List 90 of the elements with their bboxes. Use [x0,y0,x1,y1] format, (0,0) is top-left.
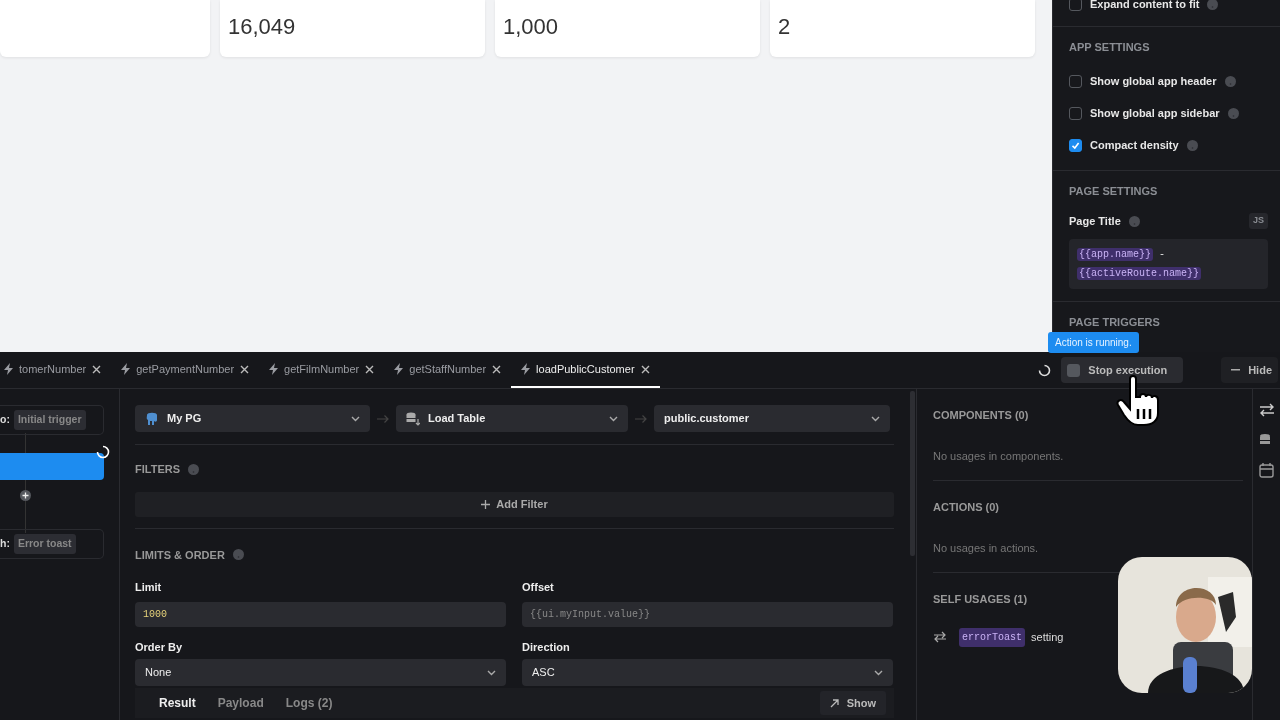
swap-icon [933,631,947,643]
section-title: COMPONENTS (0) [933,408,1030,423]
lightning-icon [394,363,404,375]
help-icon [1224,76,1236,87]
stop-icon [1067,363,1081,377]
calendar-icon[interactable] [1258,463,1275,478]
option-label: Show global app sidebar [1090,106,1220,122]
close-icon[interactable] [240,364,250,374]
plus-icon [481,499,491,509]
select-field[interactable]: My PG [135,405,370,432]
section-title: APP SETTINGS [1069,40,1151,55]
checkbox[interactable] [1069,107,1082,120]
step-label: h: [0,536,10,552]
option-label: Compact density [1090,138,1179,154]
select-field[interactable]: None [135,659,506,686]
section-title: LIMITS & ORDER [135,547,225,563]
lightning-icon [121,363,131,375]
js-toggle[interactable]: JS [1249,213,1268,229]
spinner-icon [1038,363,1052,377]
database-icon [406,411,420,426]
close-icon[interactable] [365,364,375,374]
show-button[interactable]: Show [819,690,886,716]
expand-icon [829,698,839,708]
spinner-icon [96,445,110,459]
stat-value: 1,000 [495,0,760,57]
help-icon [188,463,199,475]
stat-value: 16,049 [220,0,485,57]
checkbox[interactable] [1069,75,1082,88]
step-label: o: [0,412,10,428]
query-tab[interactable]: getStaffNumber [384,352,512,388]
arrow-right-icon [376,413,390,424]
checkbox[interactable] [1069,0,1082,11]
field-label: Page Title [1069,213,1121,229]
close-icon[interactable] [640,364,650,374]
help-icon [1128,215,1140,227]
help-icon [232,549,244,561]
chevron-down-icon [874,669,883,676]
result-tab[interactable]: Payload [217,694,264,712]
section-title: PAGE SETTINGS [1069,183,1159,199]
help-icon [1227,108,1239,119]
chevron-down-icon [487,669,496,676]
hide-button[interactable]: Hide [1221,357,1278,383]
query-tab[interactable]: loadPublicCustomer [511,352,660,388]
query-tab[interactable]: tomerNumber [0,352,112,388]
arrow-right-icon [634,413,648,424]
query-tab[interactable]: getFilmNumber [259,352,385,388]
query-tab[interactable]: getPaymentNumber [111,352,260,388]
add-filter-button[interactable]: Add Filter [135,491,894,517]
stat-value: 2 [770,0,1035,57]
chevron-down-icon [351,415,360,422]
option-label: Show global app header [1090,74,1217,90]
plus-icon[interactable] [20,490,31,501]
empty-message: No usages in actions. [933,540,1040,556]
field-label: Offset [522,580,555,595]
section-title: SELF USAGES (1) [933,592,1029,607]
field-label: Order By [135,639,184,655]
chevron-down-icon [609,415,618,422]
field-label: Direction [522,639,571,655]
section-title: ACTIONS (0) [933,500,1000,515]
trigger-tag: Initial trigger [13,410,86,430]
error-tag: Error toast [13,534,76,554]
code-field[interactable]: {{app.name}} - {{activeRoute.name}} [1069,239,1268,289]
option-label: Expand content to fit [1090,0,1200,12]
text-field[interactable]: {{ui.myInput.value}} [522,601,893,627]
section-title: FILTERS [135,462,180,477]
lightning-icon [269,363,279,375]
select-field[interactable]: ASC [522,659,893,686]
tooltip: Action is running. [1048,332,1139,353]
text-field[interactable]: 1000 [135,601,506,627]
help-icon [1186,140,1198,151]
field-label: Limit [135,580,163,595]
close-icon[interactable] [492,364,502,374]
lightning-icon [521,363,531,375]
empty-message: No usages in components. [933,448,1065,464]
variable-tag[interactable]: errorToast [959,627,1025,647]
stop-button[interactable]: Stop execution [1061,357,1184,383]
result-tab[interactable]: Logs (2) [285,694,333,712]
close-icon[interactable] [92,364,102,374]
section-title: PAGE TRIGGERS [1069,315,1161,330]
select-field[interactable]: Load Table [396,405,628,432]
minus-icon [1231,369,1241,371]
chevron-down-icon [871,415,880,422]
error-step[interactable]: h: Error toast [0,529,104,559]
checkbox[interactable] [1069,139,1082,152]
swap-icon[interactable] [1258,403,1275,417]
select-field[interactable]: public.customer [654,405,890,432]
lightning-icon [4,363,13,375]
usage-type: setting [1031,629,1064,645]
trigger-step[interactable]: o: Initial trigger [0,405,104,435]
result-tab[interactable]: Result [159,694,196,712]
